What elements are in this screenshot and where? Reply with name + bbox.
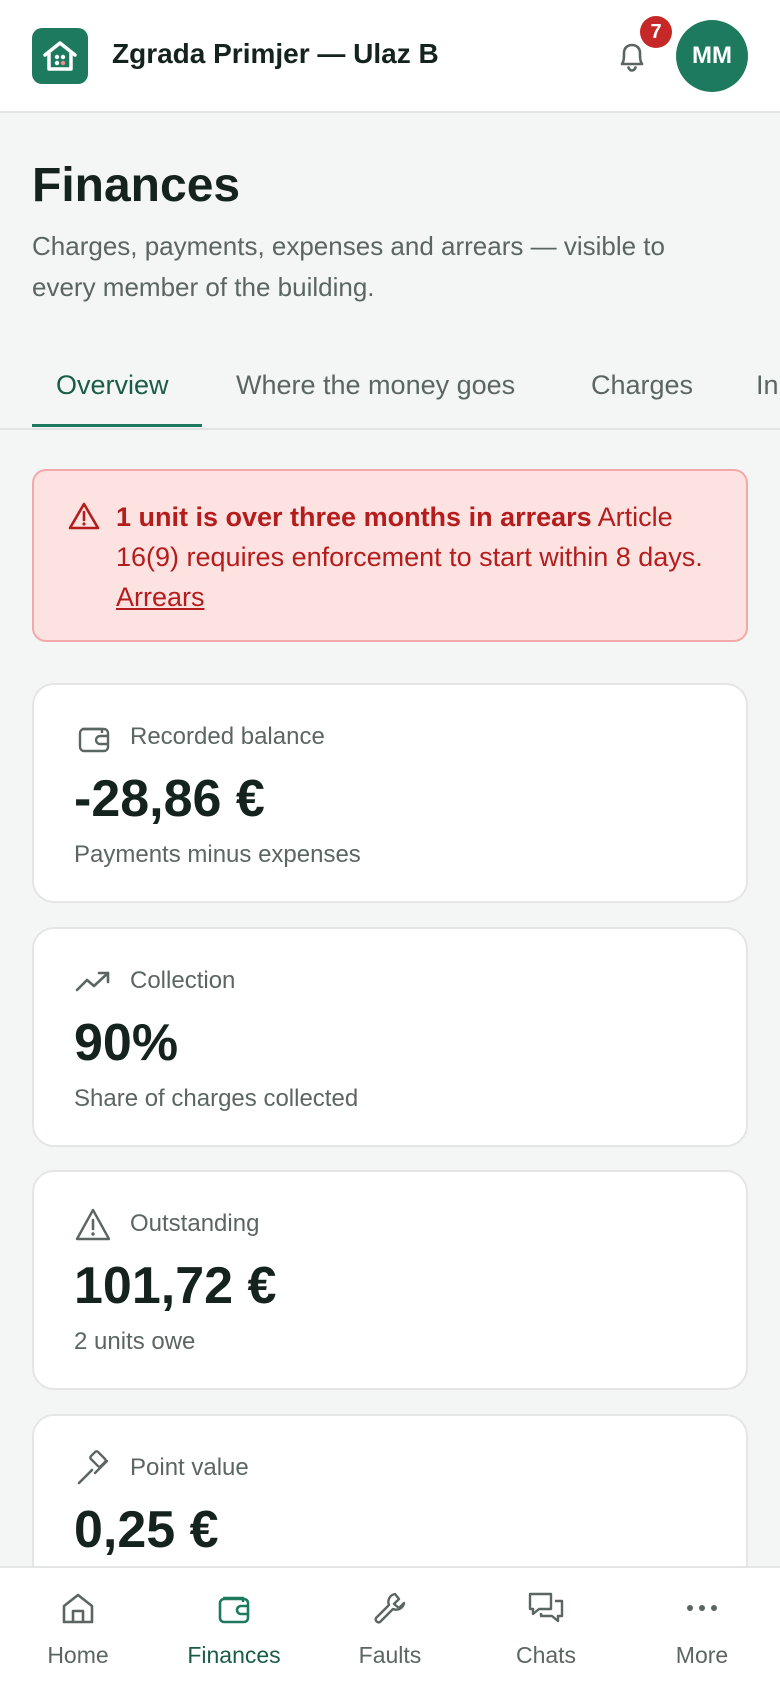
warning-icon <box>68 502 100 530</box>
tab-partial[interactable]: In <box>756 370 779 401</box>
wallet-icon <box>218 1596 250 1624</box>
active-tab-indicator <box>32 424 202 427</box>
nav-more[interactable]: More <box>624 1568 780 1688</box>
card-value: 0,25 € <box>74 1501 219 1559</box>
card-value: 101,72 € <box>74 1257 277 1315</box>
stat-card-outstanding[interactable]: Outstanding 101,72 € 2 units owe <box>32 1170 748 1390</box>
arrears-link[interactable]: Arrears <box>116 582 205 612</box>
finances-page: Zgrada Primjer — Ulaz B 7 MM Finances Ch… <box>0 0 780 1688</box>
more-icon <box>687 1605 717 1611</box>
user-avatar[interactable]: MM <box>676 20 748 92</box>
stat-card-collection[interactable]: Collection 90% Share of charges collecte… <box>32 927 748 1147</box>
wrench-icon <box>374 1592 406 1624</box>
card-label: Collection <box>130 967 236 994</box>
card-note: 2 units owe <box>74 1328 196 1355</box>
bottom-navigation: Home Finances Faults Chats More <box>0 1566 780 1688</box>
arrears-alert: 1 unit is over three months in arrears A… <box>32 469 748 642</box>
nav-label: Faults <box>358 1642 422 1668</box>
card-note: Payments minus expenses <box>74 841 361 868</box>
nav-label: More <box>675 1642 729 1668</box>
card-value: 90% <box>74 1014 179 1072</box>
card-value: -28,86 € <box>74 770 265 828</box>
nav-label: Home <box>47 1642 109 1668</box>
app-logo[interactable] <box>32 28 88 84</box>
trending-up-icon <box>75 971 110 992</box>
nav-home[interactable]: Home <box>0 1568 156 1688</box>
nav-finances[interactable]: Finances <box>156 1568 312 1688</box>
building-name[interactable]: Zgrada Primjer — Ulaz B <box>112 38 439 70</box>
tab-charges[interactable]: Charges <box>591 370 693 401</box>
card-label: Point value <box>130 1454 249 1481</box>
chat-icon <box>528 1592 564 1623</box>
card-label: Recorded balance <box>130 723 325 750</box>
page-title: Finances <box>32 159 241 212</box>
gavel-icon <box>77 1450 109 1485</box>
notification-count-badge: 7 <box>640 16 672 48</box>
nav-label: Finances <box>187 1642 281 1668</box>
stat-card-recorded-balance[interactable]: Recorded balance -28,86 € Payments minus… <box>32 683 748 903</box>
nav-faults[interactable]: Faults <box>312 1568 468 1688</box>
building-home-icon <box>43 41 77 71</box>
top-bar: Zgrada Primjer — Ulaz B 7 MM <box>0 0 780 113</box>
wallet-icon <box>78 727 110 753</box>
tab-overview[interactable]: Overview <box>56 370 169 401</box>
card-note: Share of charges collected <box>74 1085 359 1112</box>
tab-where-the-money-goes[interactable]: Where the money goes <box>236 370 515 401</box>
warning-icon <box>75 1208 111 1241</box>
nav-label: Chats <box>515 1642 577 1668</box>
card-label: Outstanding <box>130 1210 260 1237</box>
alert-message: 1 unit is over three months in arrears A… <box>116 497 726 617</box>
nav-chats[interactable]: Chats <box>468 1568 624 1688</box>
page-subtitle: Charges, payments, expenses and arrears … <box>32 231 665 302</box>
alert-heading: 1 unit is over three months in arrears <box>116 502 592 532</box>
home-icon <box>62 1593 94 1624</box>
finance-tabs: Overview Where the money goes Charges In <box>0 356 780 430</box>
